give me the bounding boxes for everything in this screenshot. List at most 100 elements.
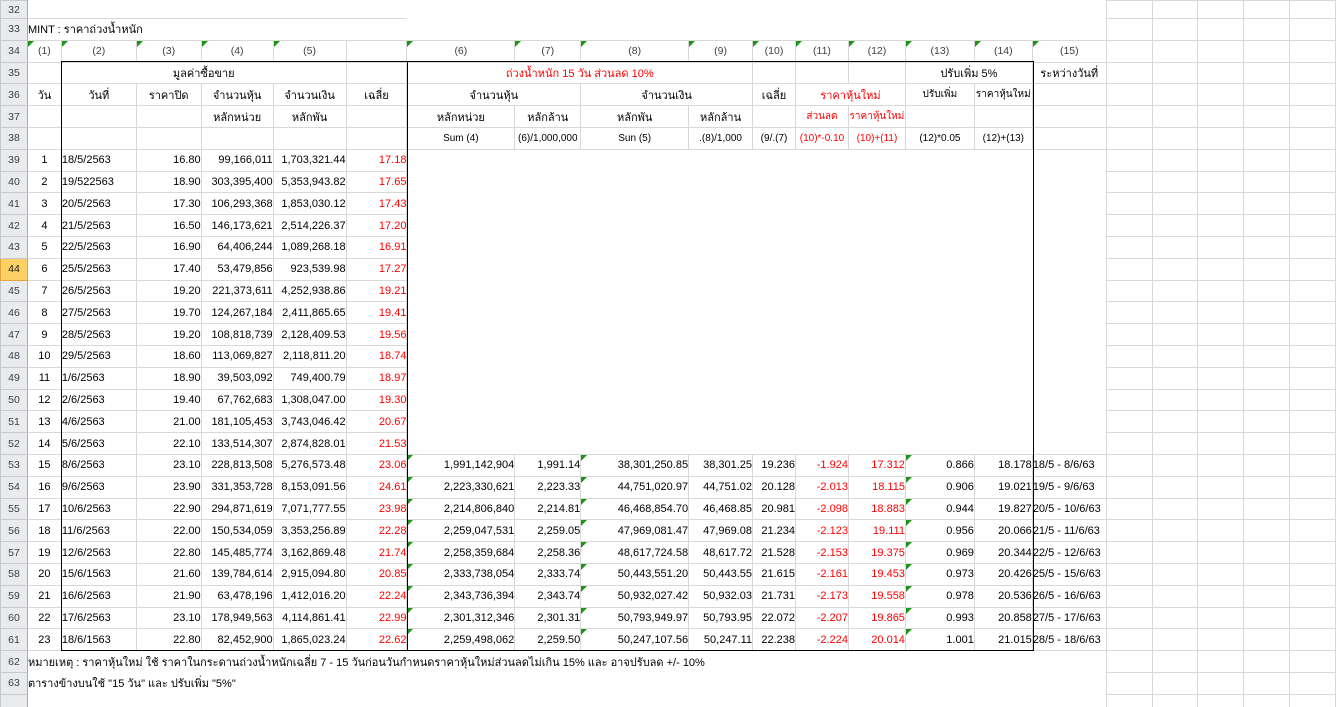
cell-close-price[interactable]: 18.90 [135,366,202,390]
empty-cell[interactable] [1151,562,1199,586]
empty-cell[interactable] [407,367,1106,389]
cell-discount[interactable]: -2.153 [794,541,849,564]
empty-cell[interactable] [1105,61,1153,85]
subheader-units[interactable]: หลักหน่วย [200,105,274,128]
empty-cell[interactable] [1151,497,1199,521]
cell-day[interactable]: 9 [26,323,62,346]
empty-cell[interactable] [1243,170,1291,194]
empty-cell[interactable] [135,126,202,150]
cell-shares[interactable]: 146,173,621 [200,214,274,237]
empty-cell[interactable] [407,411,1106,433]
empty-cell[interactable] [1151,453,1199,477]
cell-shares[interactable]: 124,267,184 [200,301,274,325]
cell-amount[interactable]: 1,308,047.00 [272,388,347,412]
cell-day[interactable]: 14 [26,432,62,455]
empty-cell[interactable] [407,1,1106,19]
subheader-million[interactable]: หลักล้าน [688,105,754,128]
header-date[interactable]: วันที่ [60,83,137,107]
empty-cell[interactable] [1289,453,1336,477]
cell-shares[interactable]: 150,534,059 [200,519,274,543]
empty-cell[interactable] [1151,0,1199,19]
empty-cell[interactable] [1105,105,1153,128]
cell-day[interactable]: 5 [26,235,62,259]
cell-average[interactable]: 19.21 [345,279,408,303]
cell-shares-sum[interactable]: 2,259,047,531 [406,519,516,543]
cell-shares-million[interactable]: 1,991.14 [514,453,582,477]
cell-day[interactable]: 15 [26,453,62,477]
cell-date[interactable]: 20/5/2563 [60,192,137,216]
cell-adjust-up[interactable]: 1.001 [904,628,975,652]
empty-cell[interactable] [1197,519,1245,543]
cell-amount[interactable]: 8,153,091.56 [272,475,347,499]
cell-discount[interactable]: -2.161 [794,562,849,586]
cell-new-price-discounted[interactable]: 20.014 [847,628,906,652]
cell-amount[interactable]: 1,089,268.18 [272,235,347,259]
cell-close-price[interactable]: 22.00 [135,519,202,543]
row-header-46[interactable]: 46 [0,301,28,325]
cell-discount[interactable]: -2.123 [794,519,849,543]
formula-cell[interactable]: (12)+(13) [973,126,1033,150]
empty-cell[interactable] [1031,83,1107,107]
header-adjust-up[interactable]: ปรับเพิ่ม [904,83,975,107]
empty-cell[interactable] [1105,170,1153,194]
note-cell-2[interactable]: ตารางข้างบนใช้ "15 วัน" และ ปรับเพิ่ม "5… [27,672,1106,694]
subheader-units[interactable]: หลักหน่วย [406,105,516,128]
empty-cell[interactable] [1197,18,1245,41]
empty-cell[interactable] [1243,279,1291,303]
formula-cell[interactable]: Sun (5) [580,126,690,150]
empty-cell[interactable] [1151,475,1199,499]
cell-average[interactable]: 16.91 [345,235,408,259]
empty-cell[interactable] [1105,453,1153,477]
cell-date[interactable]: 27/5/2563 [60,301,137,325]
cell-close-price[interactable]: 19.40 [135,388,202,412]
header-amount-weighted[interactable]: จำนวนเงิน [580,83,754,107]
empty-cell[interactable] [1151,192,1199,216]
cell-average[interactable]: 17.27 [345,257,408,281]
cell-day[interactable]: 16 [26,475,62,499]
cell-amount[interactable]: 749,400.79 [272,366,347,390]
cell-amount[interactable]: 1,853,030.12 [272,192,347,216]
cell-amount[interactable]: 1,703,321.44 [272,148,347,172]
empty-cell[interactable] [1289,388,1336,412]
empty-cell[interactable] [1151,410,1199,434]
empty-cell[interactable] [1151,366,1199,390]
cell-date[interactable]: 12/6/2563 [60,541,137,564]
cell-date-range[interactable]: 22/5 - 12/6/63 [1031,541,1107,564]
empty-cell[interactable] [1151,170,1199,194]
cell-amount-million[interactable]: 44,751.02 [688,475,754,499]
cell-amount-sum[interactable]: 50,932,027.42 [580,584,690,608]
empty-cell[interactable] [1151,432,1199,455]
subheader-thousand[interactable]: หลักพัน [580,105,690,128]
empty-cell[interactable] [1197,323,1245,346]
empty-cell[interactable] [1243,519,1291,543]
row-header-45[interactable]: 45 [0,279,28,303]
empty-cell[interactable] [1243,671,1291,695]
cell-amount[interactable]: 2,128,409.53 [272,323,347,346]
empty-cell[interactable] [1151,519,1199,543]
column-header-(15)[interactable]: (15) [1031,39,1107,63]
empty-cell[interactable] [1105,18,1153,41]
cell-discount[interactable]: -2.098 [794,497,849,521]
sheet-title-cell[interactable]: MINT : ราคาถ่วงน้ำหนัก [27,18,407,41]
cell-amount-million[interactable]: 47,969.08 [688,519,754,543]
cell-adjust-up[interactable]: 0.993 [904,606,975,630]
cell-day[interactable]: 4 [26,214,62,237]
cell-amount-sum[interactable]: 50,793,949.97 [580,606,690,630]
empty-cell[interactable] [847,61,906,85]
formula-cell[interactable]: (10)+(11) [847,126,906,150]
cell-close-price[interactable]: 22.10 [135,432,202,455]
empty-cell[interactable] [1289,279,1336,303]
empty-cell[interactable] [1197,453,1245,477]
empty-cell[interactable] [1289,519,1336,543]
column-header-(13)[interactable]: (13) [904,39,975,63]
column-header-(4)[interactable]: (4) [200,39,274,63]
group-header-increase[interactable]: ปรับเพิ่ม 5% [904,61,1033,85]
empty-cell[interactable] [1197,61,1245,85]
empty-cell[interactable] [26,126,62,150]
cell-amount-sum[interactable]: 46,468,854.70 [580,497,690,521]
cell-new-price-discounted[interactable]: 19.865 [847,606,906,630]
empty-cell[interactable] [1289,39,1336,63]
cell-day[interactable]: 19 [26,541,62,564]
cell-date-range[interactable]: 20/5 - 10/6/63 [1031,497,1107,521]
cell-close-price[interactable]: 22.80 [135,628,202,652]
